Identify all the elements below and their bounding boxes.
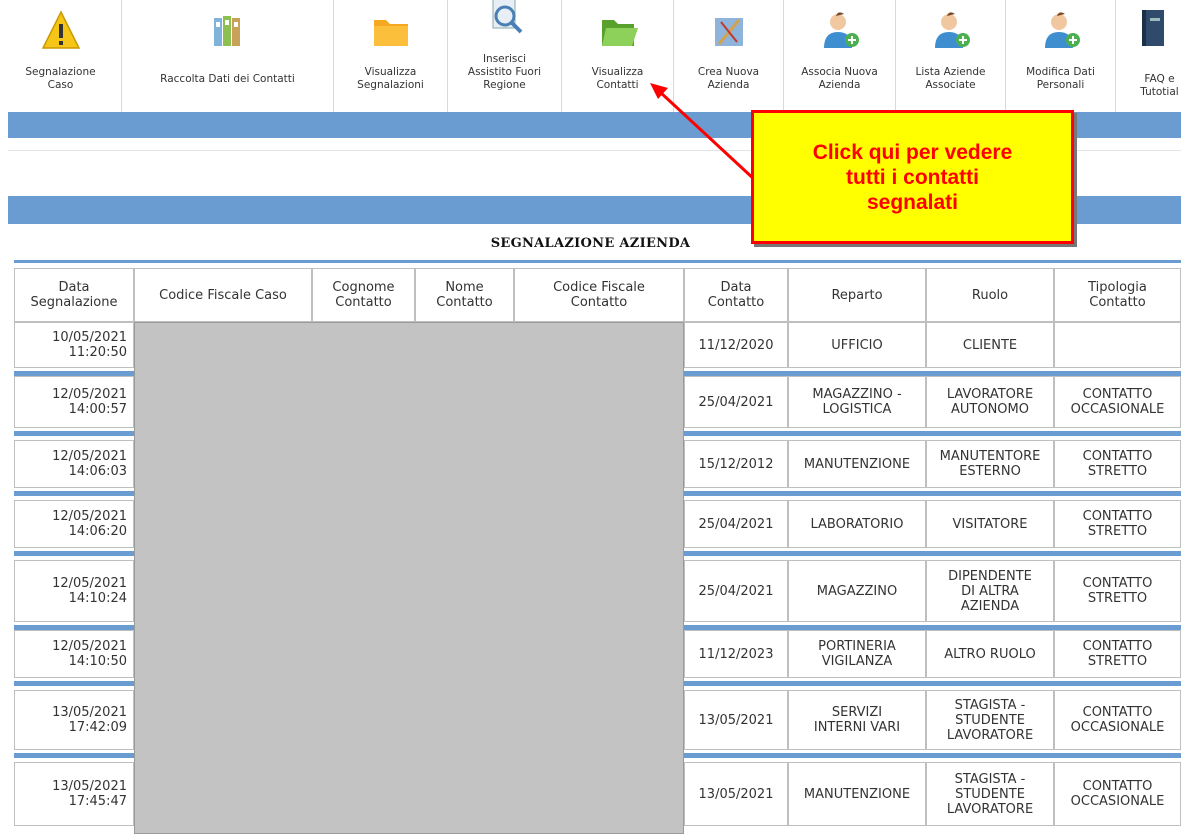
folder-icon xyxy=(373,20,408,46)
cell-data-contatto: 11/12/2020 xyxy=(684,322,788,368)
cell-ruolo: STAGISTA - STUDENTE LAVORATORE xyxy=(926,690,1054,750)
toolbar-label: Inserisci Assistito Fuori Regione xyxy=(467,53,542,91)
toolbar-label: Segnalazione Caso xyxy=(25,66,96,91)
cell-data-contatto: 11/12/2023 xyxy=(684,630,788,678)
toolbar-label: Modifica Dati Personali xyxy=(1026,66,1095,91)
toolbar-label: Associa Nuova Azienda xyxy=(801,66,878,91)
cell-reparto: LABORATORIO xyxy=(788,500,926,548)
callout-note: Click qui per vedere tutti i contatti se… xyxy=(751,110,1074,244)
open-folder-icon xyxy=(601,20,638,46)
user-add-icon xyxy=(823,12,859,48)
toolbar-label: Visualizza Segnalazioni xyxy=(357,66,424,91)
user-add-icon xyxy=(1044,12,1080,48)
cell-reparto: UFFICIO xyxy=(788,322,926,368)
toolbar-label: Lista Aziende Associate xyxy=(915,66,986,91)
binders-icon xyxy=(213,16,240,46)
cell-tipologia: CONTATTO OCCASIONALE xyxy=(1054,690,1181,750)
header-codice-fiscale-contatto: Codice Fiscale Contatto xyxy=(514,268,684,322)
cell-data-segnalazione: 10/05/2021 11:20:50 xyxy=(14,322,134,368)
user-add-icon xyxy=(934,12,970,48)
cell-ruolo: CLIENTE xyxy=(926,322,1054,368)
toolbar-label: FAQ e Tutotial xyxy=(1140,73,1179,98)
cell-tipologia: CONTATTO STRETTO xyxy=(1054,630,1181,678)
book-icon xyxy=(1142,10,1165,46)
cell-reparto: MANUTENZIONE xyxy=(788,440,926,488)
toolbar-label: Visualizza Contatti xyxy=(591,66,644,91)
cell-data-contatto: 25/04/2021 xyxy=(684,500,788,548)
cell-ruolo: VISITATORE xyxy=(926,500,1054,548)
cell-ruolo: STAGISTA - STUDENTE LAVORATORE xyxy=(926,762,1054,826)
header-codice-fiscale-caso: Codice Fiscale Caso xyxy=(134,268,312,322)
warning-icon xyxy=(41,10,80,49)
cell-data-segnalazione: 12/05/2021 14:10:50 xyxy=(14,630,134,678)
cell-data-segnalazione: 13/05/2021 17:42:09 xyxy=(14,690,134,750)
cell-data-contatto: 15/12/2012 xyxy=(684,440,788,488)
header-data-segnalazione: Data Segnalazione xyxy=(14,268,134,322)
cell-ruolo: MANUTENTORE ESTERNO xyxy=(926,440,1054,488)
cell-reparto: MANUTENZIONE xyxy=(788,762,926,826)
header-data-contatto: Data Contatto xyxy=(684,268,788,322)
cell-reparto: SERVIZI INTERNI VARI xyxy=(788,690,926,750)
cell-tipologia: CONTATTO STRETTO xyxy=(1054,560,1181,622)
cell-tipologia: CONTATTO STRETTO xyxy=(1054,440,1181,488)
toolbar-label: Raccolta Dati dei Contatti xyxy=(160,73,295,85)
cell-data-contatto: 13/05/2021 xyxy=(684,690,788,750)
drafting-icon xyxy=(714,18,743,46)
cell-reparto: MAGAZZINO - LOGISTICA xyxy=(788,376,926,428)
cell-ruolo: LAVORATORE AUTONOMO xyxy=(926,376,1054,428)
header-reparto: Reparto xyxy=(788,268,926,322)
cell-data-segnalazione: 12/05/2021 14:06:03 xyxy=(14,440,134,488)
redacted-area xyxy=(134,322,684,834)
toolbar: Segnalazione Caso Raccolta Dati dei Cont… xyxy=(0,0,1181,136)
cell-tipologia: CONTATTO OCCASIONALE xyxy=(1054,762,1181,826)
header-tipologia-contatto: Tipologia Contatto xyxy=(1054,268,1181,322)
cell-data-contatto: 25/04/2021 xyxy=(684,560,788,622)
cell-data-segnalazione: 12/05/2021 14:06:20 xyxy=(14,500,134,548)
cell-reparto: MAGAZZINO xyxy=(788,560,926,622)
cell-data-segnalazione: 12/05/2021 14:10:24 xyxy=(14,560,134,622)
cell-tipologia: CONTATTO OCCASIONALE xyxy=(1054,376,1181,428)
cell-data-contatto: 13/05/2021 xyxy=(684,762,788,826)
header-nome-contatto: Nome Contatto xyxy=(415,268,514,322)
cell-reparto: PORTINERIA VIGILANZA xyxy=(788,630,926,678)
header-ruolo: Ruolo xyxy=(926,268,1054,322)
cell-data-contatto: 25/04/2021 xyxy=(684,376,788,428)
cell-ruolo: ALTRO RUOLO xyxy=(926,630,1054,678)
cell-data-segnalazione: 12/05/2021 14:00:57 xyxy=(14,376,134,428)
cell-ruolo: DIPENDENTE DI ALTRA AZIENDA xyxy=(926,560,1054,622)
divider xyxy=(14,260,1181,263)
cell-data-segnalazione: 13/05/2021 17:45:47 xyxy=(14,762,134,826)
cell-tipologia: CONTATTO STRETTO xyxy=(1054,500,1181,548)
magnifier-document-icon xyxy=(492,0,522,34)
toolbar-label: Crea Nuova Azienda xyxy=(697,66,760,91)
cell-tipologia xyxy=(1054,322,1181,368)
header-cognome-contatto: Cognome Contatto xyxy=(312,268,415,322)
